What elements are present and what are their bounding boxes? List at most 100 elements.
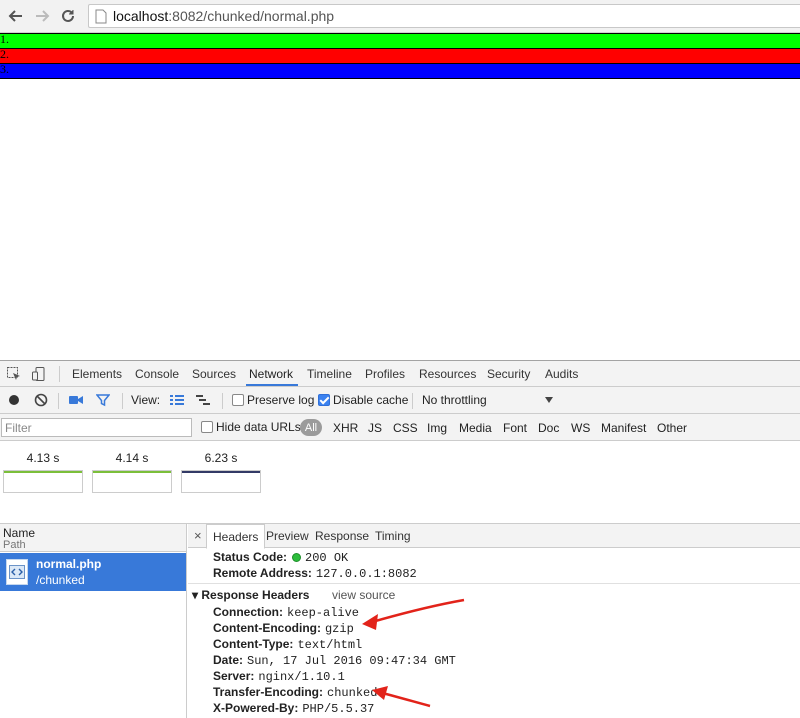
reload-button[interactable] (58, 6, 78, 26)
clear-button[interactable] (34, 392, 48, 408)
filter-all-button[interactable]: All (300, 419, 322, 436)
separator (122, 393, 123, 409)
filter-bar: Hide data URLs All XHR JS CSS Img Media … (0, 414, 800, 441)
separator (58, 393, 59, 409)
header-name: Date: (213, 653, 244, 667)
filter-funnel-icon (96, 394, 110, 407)
url-text: localhost:8082/chunked/normal.php (113, 8, 335, 24)
preserve-log-checkbox[interactable]: Preserve log (232, 392, 314, 408)
capture-screenshots-button[interactable] (68, 392, 84, 408)
response-headers-title: Response Headers (201, 588, 310, 602)
header-row: Content-Encoding: gzip (213, 621, 354, 636)
filter-input[interactable] (1, 418, 192, 437)
header-name: Transfer-Encoding: (213, 685, 324, 699)
address-bar[interactable]: localhost:8082/chunked/normal.php (88, 4, 800, 28)
video-camera-icon (69, 396, 83, 404)
filmstrip-frame-1[interactable] (3, 470, 83, 493)
large-rows-button[interactable] (169, 392, 185, 408)
header-row: Connection: keep-alive (213, 605, 359, 620)
back-button[interactable] (6, 6, 26, 26)
tab-preview[interactable]: Preview (266, 529, 309, 543)
filter-xhr[interactable]: XHR (333, 421, 358, 435)
header-row: Date: Sun, 17 Jul 2016 09:47:34 GMT (213, 653, 456, 668)
remote-address-label: Remote Address: (213, 566, 312, 580)
tab-resources[interactable]: Resources (419, 367, 476, 381)
checkbox-unchecked[interactable] (232, 394, 244, 406)
filter-media[interactable]: Media (459, 421, 492, 435)
remote-address-value: 127.0.0.1:8082 (315, 567, 417, 581)
filter-js[interactable]: JS (368, 421, 382, 435)
status-code-label: Status Code: (213, 550, 288, 564)
devtools-tab-bar: Elements Console Sources Network Timelin… (0, 361, 800, 387)
filmstrip-frame-3[interactable] (181, 470, 261, 493)
request-list: Name Path normal.php /chunked (0, 524, 187, 718)
request-list-header[interactable]: Name Path (0, 524, 186, 552)
name-column-header: Name (3, 526, 36, 540)
content-bar-2: 2. (0, 48, 800, 64)
throttling-dropdown-arrow-icon[interactable] (544, 392, 554, 408)
filmstrip-time-1: 4.13 s (26, 451, 60, 465)
record-button[interactable] (8, 392, 20, 408)
header-value: text/html (297, 638, 363, 652)
close-icon[interactable]: × (194, 528, 202, 543)
devtools-panel: Elements Console Sources Network Timelin… (0, 360, 800, 718)
response-headers-toggle[interactable]: ▾ Response Headers (192, 588, 309, 602)
active-tab-indicator (246, 384, 298, 386)
device-mode-icon[interactable] (30, 365, 48, 383)
disable-cache-label: Disable cache (333, 393, 409, 407)
disable-cache-checkbox[interactable]: Disable cache (318, 392, 408, 408)
content-bar-1: 1. (0, 33, 800, 49)
forward-arrow-icon (36, 10, 50, 22)
header-name: Content-Type: (213, 637, 294, 651)
filter-img[interactable]: Img (427, 421, 447, 435)
header-row: Transfer-Encoding: chunked (213, 685, 377, 700)
request-row[interactable]: normal.php /chunked (0, 553, 186, 591)
record-icon (9, 395, 19, 405)
tab-audits[interactable]: Audits (545, 367, 578, 381)
page-icon (95, 9, 107, 27)
filter-doc[interactable]: Doc (538, 421, 559, 435)
filter-toggle-button[interactable] (96, 392, 110, 408)
request-name: normal.php (36, 557, 102, 571)
tab-security[interactable]: Security (487, 367, 530, 381)
expand-triangle-icon: ▾ (192, 588, 202, 602)
checkbox-unchecked[interactable] (201, 421, 213, 433)
filter-manifest[interactable]: Manifest (601, 421, 646, 435)
status-code-value: 200 OK (305, 551, 349, 565)
header-value: gzip (324, 622, 354, 636)
tab-timing[interactable]: Timing (375, 529, 411, 543)
throttling-select[interactable]: No throttling (422, 392, 487, 408)
status-code-row: Status Code: 200 OK (213, 550, 348, 565)
tab-sources[interactable]: Sources (192, 367, 236, 381)
hide-data-urls-checkbox[interactable]: Hide data URLs (201, 420, 301, 434)
tab-elements[interactable]: Elements (72, 367, 122, 381)
filter-ws[interactable]: WS (571, 421, 590, 435)
html-document-icon (6, 559, 28, 585)
filmstrip-frame-2[interactable] (92, 470, 172, 493)
remote-address-row: Remote Address: 127.0.0.1:8082 (213, 566, 417, 581)
clear-icon (34, 393, 48, 407)
forward-button[interactable] (32, 6, 52, 26)
tab-profiles[interactable]: Profiles (365, 367, 405, 381)
checkbox-checked[interactable] (318, 394, 330, 406)
tab-timeline[interactable]: Timeline (307, 367, 352, 381)
filmstrip: 4.13 s 4.14 s 6.23 s (0, 441, 800, 524)
view-source-link[interactable]: view source (332, 588, 395, 602)
header-value: keep-alive (287, 606, 360, 620)
request-detail-panel: × Headers Preview Response Timing Status… (188, 524, 800, 718)
header-name: Content-Encoding: (213, 621, 321, 635)
filter-css[interactable]: CSS (393, 421, 418, 435)
filter-other[interactable]: Other (657, 421, 687, 435)
tab-headers[interactable]: Headers (206, 524, 266, 549)
header-value: chunked (327, 686, 378, 700)
detail-tab-bar: × Headers Preview Response Timing (188, 524, 800, 549)
tab-response[interactable]: Response (315, 529, 369, 543)
tab-console[interactable]: Console (135, 367, 179, 381)
back-arrow-icon (8, 10, 22, 22)
overview-button[interactable] (195, 392, 211, 408)
inspect-element-icon[interactable] (5, 365, 23, 383)
content-bar-3: 3. (0, 63, 800, 79)
browser-toolbar: localhost:8082/chunked/normal.php (0, 0, 800, 33)
filter-font[interactable]: Font (503, 421, 527, 435)
tab-network[interactable]: Network (249, 367, 293, 381)
